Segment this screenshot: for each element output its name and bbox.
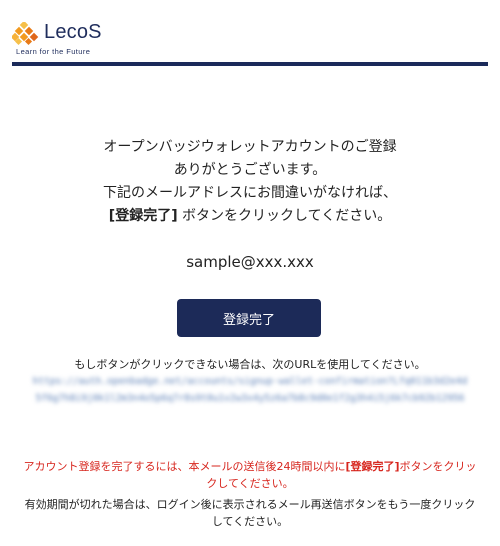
confirm-registration-button[interactable]: 登録完了 xyxy=(177,299,321,337)
header-divider xyxy=(12,62,488,66)
warning-keyword: [登録完了] xyxy=(345,460,400,473)
fallback-note: もしボタンがクリックできない場合は、次のURLを使用してください。 xyxy=(74,358,426,371)
brand-tagline: Learn for the Future xyxy=(16,47,91,56)
confirmation-url-link[interactable]: https://auth.openbadge.net/accounts/sign… xyxy=(30,373,470,407)
email-header: LecoS Learn for the Future xyxy=(0,0,500,66)
confirm-keyword: [登録完了] xyxy=(108,208,178,224)
lecos-logo-icon xyxy=(12,22,39,46)
warning-prefix: アカウント登録を完了するには、本メールの送信後24時間以内に xyxy=(23,460,346,473)
deadline-warning: アカウント登録を完了するには、本メールの送信後24時間以内に[登録完了]ボタンを… xyxy=(20,458,480,492)
brand-name: LecoS xyxy=(44,21,102,43)
message-line-1: オープンバッジウォレットアカウントのご登録 xyxy=(103,139,397,155)
registration-message: オープンバッジウォレットアカウントのご登録 ありがとうございます。 下記のメール… xyxy=(0,136,500,271)
message-line-4-rest: ボタンをクリックしてください。 xyxy=(177,208,392,224)
expired-note: 有効期間が切れた場合は、ログイン後に表示されるメール再送信ボタンをもう一度クリッ… xyxy=(24,498,476,528)
message-line-3: 下記のメールアドレスにお間違いがなければ、 xyxy=(103,185,397,201)
message-line-2: ありがとうございます。 xyxy=(173,162,327,178)
email-address: sample@xxx.xxx xyxy=(186,253,314,271)
message-line-4: [登録完了] ボタンをクリックしてください。 xyxy=(0,205,500,228)
